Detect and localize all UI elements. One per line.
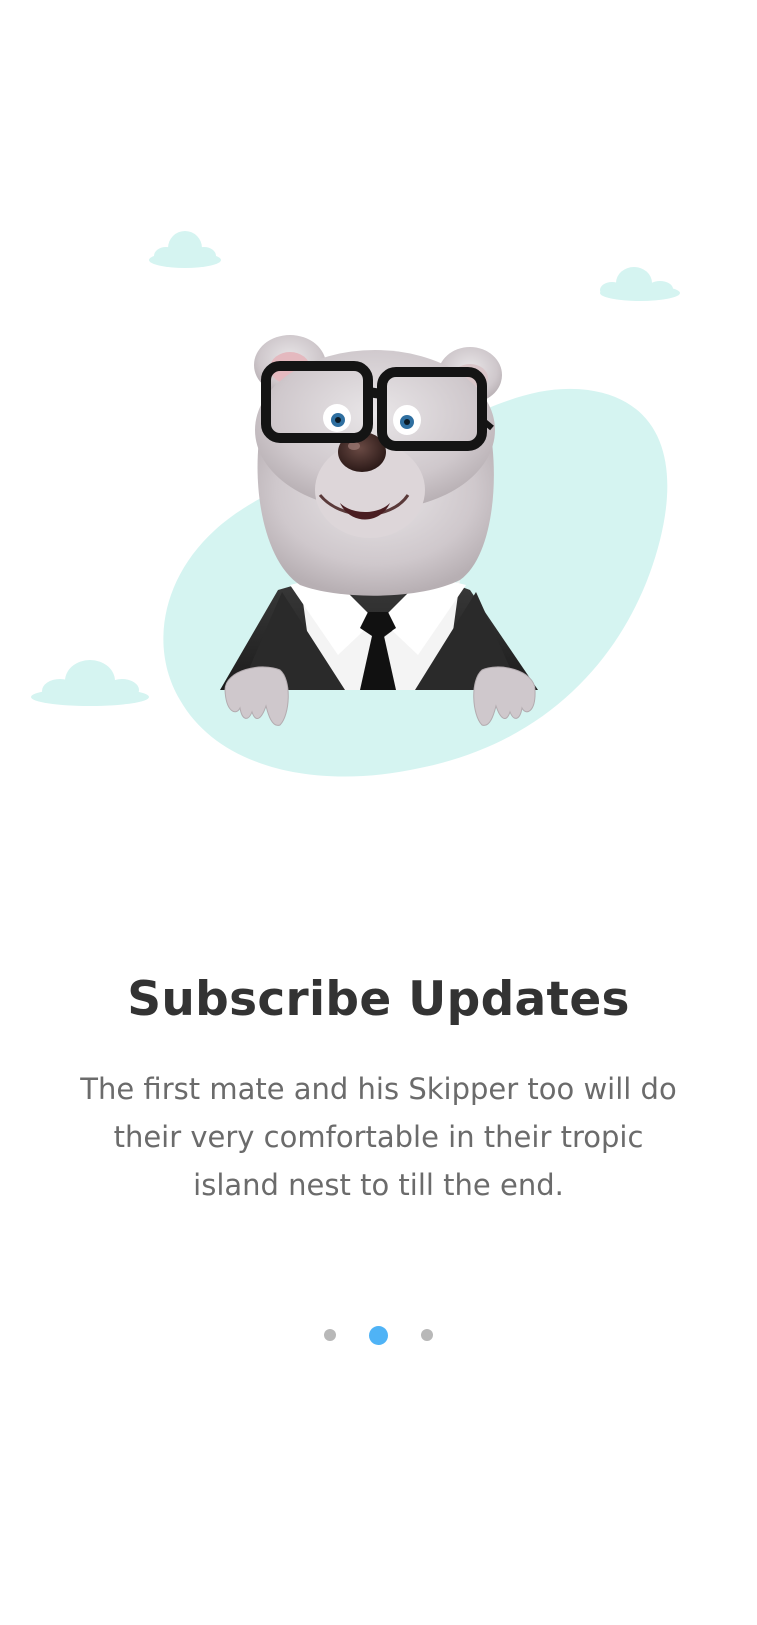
onboarding-illustration: [31, 231, 680, 777]
onboarding-description: The first mate and his Skipper too will …: [80, 1072, 677, 1202]
cloud-left-icon: [31, 660, 149, 706]
cloud-top-left-icon: [149, 231, 221, 268]
page-indicator: [0, 1320, 757, 1350]
cloud-top-right-icon: [600, 267, 680, 301]
page-dot-3[interactable]: [421, 1329, 433, 1341]
page-dot-1[interactable]: [324, 1329, 336, 1341]
page-dot-2-active[interactable]: [369, 1325, 388, 1345]
onboarding-title: Subscribe Updates: [127, 972, 630, 1027]
